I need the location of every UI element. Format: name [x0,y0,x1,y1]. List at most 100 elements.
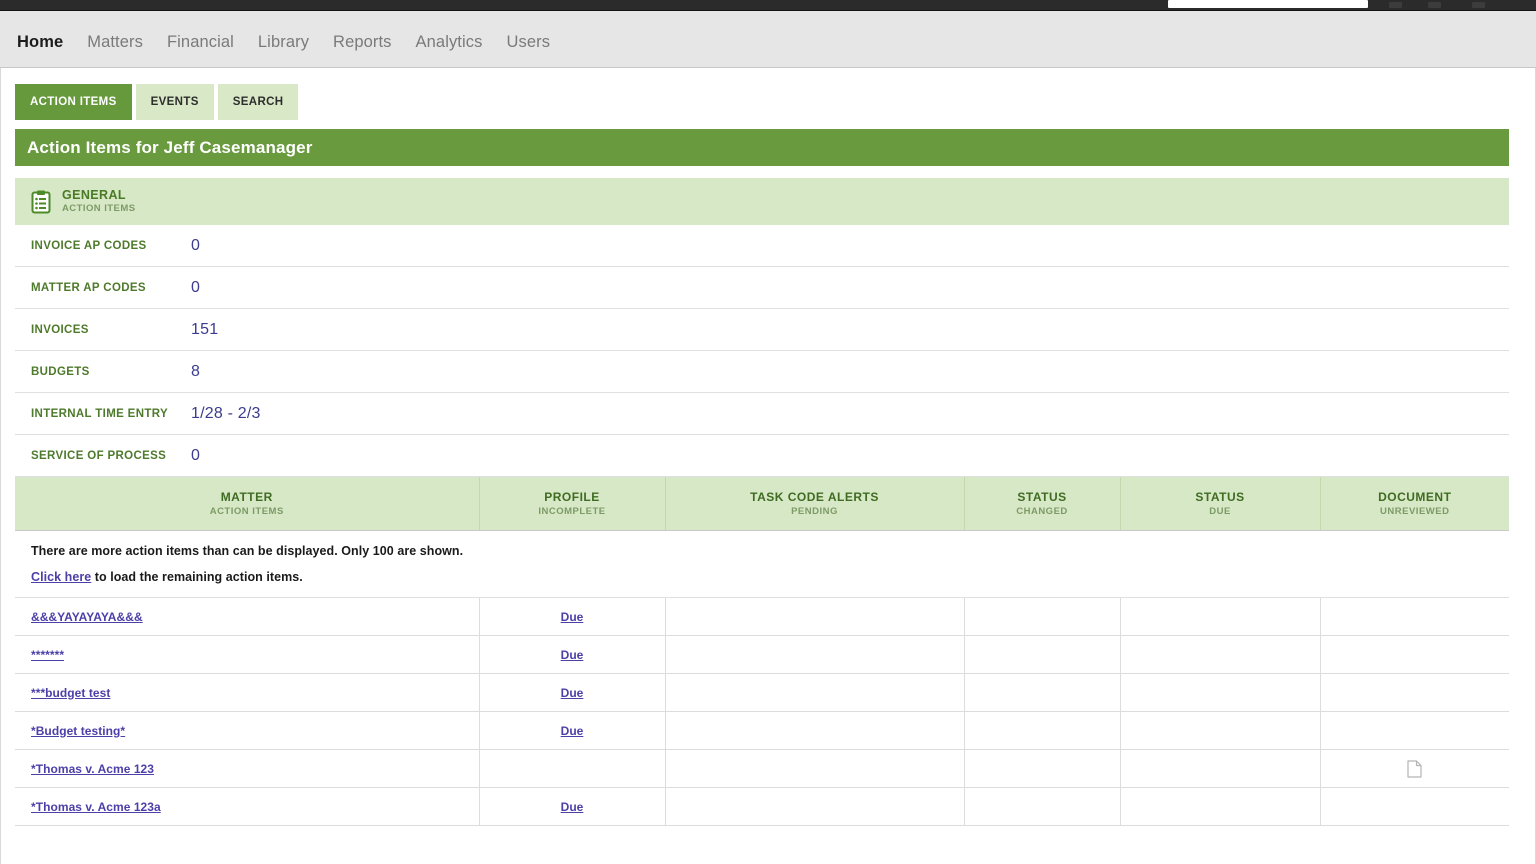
general-section-subtitle: ACTION ITEMS [62,203,136,215]
cell-status-due [1120,597,1321,636]
general-summary-list: INVOICE AP CODES 0 MATTER AP CODES 0 INVOICE… [15,225,1509,519]
cell-status-due [1120,711,1321,750]
summary-row-value[interactable]: 0 [191,447,200,465]
notice-line-overflow: There are more action items than can be … [31,544,464,558]
column-header-main: DOCUMENT [1378,489,1452,504]
column-header-sub: INCOMPLETE [538,506,606,518]
column-header-main: PROFILE [544,489,600,504]
nav-item-financial[interactable]: Financial [167,33,234,52]
cell-document-unreviewed [1320,673,1509,712]
column-header-profile-incomplete[interactable]: PROFILE INCOMPLETE [479,477,666,531]
cell-profile-incomplete: Due [479,673,666,712]
cell-status-changed [964,635,1121,674]
nav-item-library[interactable]: Library [258,33,309,52]
summary-row-label: INVOICES [31,323,89,336]
profile-due-link[interactable]: Due [480,724,665,738]
table-row: ***budget test Due [15,673,1509,712]
column-header-status-changed[interactable]: STATUS CHANGED [964,477,1121,531]
profile-due-link[interactable]: Due [480,610,665,624]
summary-row-label: SERVICE OF PROCESS [31,449,167,462]
column-header-task-code-alerts-pending[interactable]: TASK CODE ALERTS PENDING [665,477,965,531]
summary-row-value[interactable]: 151 [191,321,218,339]
action-items-table-body: There are more action items than can be … [15,530,1509,598]
nav-item-users[interactable]: Users [506,33,550,52]
column-header-main: MATTER [220,489,273,504]
document-icon[interactable] [1407,759,1422,778]
nav-item-matters[interactable]: Matters [87,33,143,52]
cell-document-unreviewed [1320,597,1509,636]
general-section-title: GENERAL [62,188,126,203]
column-header-document-unreviewed[interactable]: DOCUMENT UNREVIEWED [1320,477,1509,531]
cell-profile-incomplete: Due [479,711,666,750]
matter-link[interactable]: *Thomas v. Acme 123a [31,800,161,814]
cell-profile-incomplete: Due [479,597,666,636]
cell-task-code-alerts [665,749,965,788]
tab-events[interactable]: EVENTS [135,84,214,120]
page-title-bar: Action Items for Jeff Casemanager [15,129,1509,166]
general-section-titles: GENERAL ACTION ITEMS [62,188,135,215]
cell-task-code-alerts [665,673,965,712]
browser-minimize-button[interactable] [1389,2,1402,8]
cell-matter: *Thomas v. Acme 123a [15,787,480,826]
column-header-sub: PENDING [791,506,838,518]
column-header-status-due[interactable]: STATUS DUE [1120,477,1321,531]
action-items-table-head: MATTER ACTION ITEMS PROFILE INCOMPLETE TASK … [15,477,1509,531]
table-notice-cell: There are more action items than can be … [15,530,1509,598]
document-icon-wrapper[interactable] [1321,759,1510,778]
cell-document-unreviewed [1320,711,1509,750]
browser-address-bar[interactable] [1168,0,1368,8]
cell-profile-incomplete: Due [479,635,666,674]
cell-matter: *Budget testing* [15,711,480,750]
tab-action-items[interactable]: ACTION ITEMS [15,84,132,120]
cell-task-code-alerts [665,597,965,636]
table-header-row: MATTER ACTION ITEMS PROFILE INCOMPLETE TASK … [15,477,1509,531]
summary-row: INVOICE AP CODES 0 [15,225,1509,267]
cell-task-code-alerts [665,711,965,750]
table-notice-row: There are more action items than can be … [15,530,1509,598]
column-header-matter-action-items[interactable]: MATTER ACTION ITEMS [15,477,480,531]
profile-due-link[interactable]: Due [480,800,665,814]
column-header-sub: CHANGED [1016,506,1068,518]
cell-status-changed [964,711,1121,750]
nav-item-home[interactable]: Home [17,33,63,52]
cell-status-due [1120,787,1321,826]
summary-row-label: INTERNAL TIME ENTRY [31,407,168,420]
summary-row: INVOICES 151 [15,309,1509,351]
nav-item-reports[interactable]: Reports [333,33,391,52]
summary-row-value[interactable]: 0 [191,237,200,255]
tab-search[interactable]: SEARCH [217,84,299,120]
matter-link[interactable]: *Thomas v. Acme 123 [31,762,154,776]
column-header-sub: ACTION ITEMS [209,506,284,518]
action-items-rows: &&&YAYAYAYA&&& Due ******* Due ***budget tes… [15,597,1510,826]
cell-status-due [1120,635,1321,674]
cell-document-unreviewed [1320,749,1510,788]
browser-maximize-button[interactable] [1428,2,1441,8]
table-row: *Thomas v. Acme 123a Due [15,787,1509,826]
matter-link[interactable]: &&&YAYAYAYA&&& [31,610,143,624]
cell-matter: ******* [15,635,480,674]
browser-chrome-bar [0,0,1536,11]
nav-item-analytics[interactable]: Analytics [416,33,483,52]
summary-row-value[interactable]: 1/28 - 2/3 [191,405,261,423]
nav-item-list: Home Matters Financial Library Reports Analyt… [17,33,550,52]
summary-row: INTERNAL TIME ENTRY 1/28 - 2/3 [15,393,1509,435]
column-header-main: STATUS [1195,489,1245,504]
browser-close-button[interactable] [1472,2,1485,8]
general-section-header: GENERAL ACTION ITEMS [15,178,1509,225]
column-header-sub: UNREVIEWED [1380,506,1450,518]
profile-due-link[interactable]: Due [480,648,665,662]
matter-link[interactable]: ***budget test [31,686,110,700]
profile-due-link[interactable]: Due [480,686,665,700]
summary-row: MATTER AP CODES 0 [15,267,1509,309]
page-content: ACTION ITEMS EVENTS SEARCH Action Items fo… [0,68,1536,864]
matter-link[interactable]: *Budget testing* [31,724,125,738]
click-here-link[interactable]: Click here [31,570,91,584]
summary-row-label: BUDGETS [31,365,90,378]
cell-task-code-alerts [665,787,965,826]
summary-row-value[interactable]: 0 [191,279,200,297]
table-row: &&&YAYAYAYA&&& Due [15,597,1509,636]
matter-link[interactable]: ******* [31,648,64,662]
cell-status-due [1120,673,1321,712]
summary-row-value[interactable]: 8 [191,363,200,381]
cell-profile-incomplete [479,749,666,788]
